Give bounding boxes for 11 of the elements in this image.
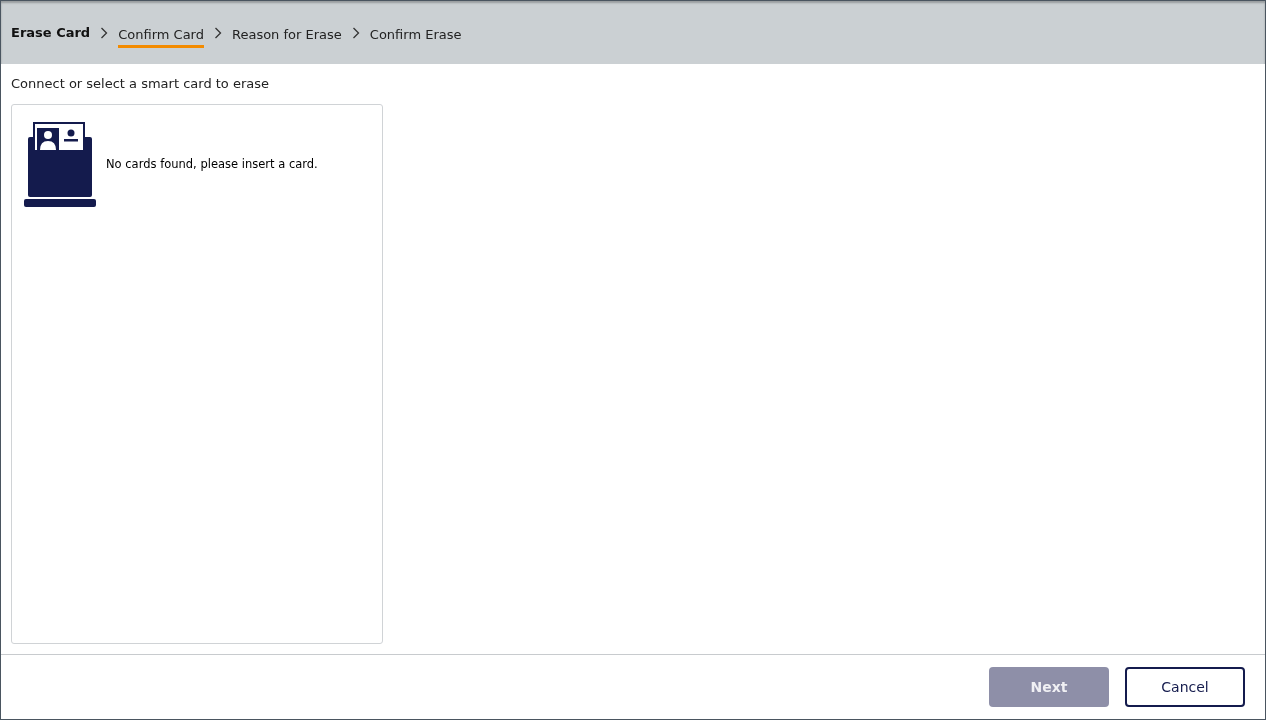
- breadcrumb-step[interactable]: Confirm Erase: [369, 23, 462, 48]
- breadcrumb-step[interactable]: Confirm Card: [118, 23, 204, 48]
- card-reader-icon: [24, 121, 96, 207]
- page-title: Erase Card: [11, 25, 91, 40]
- chevron-right-icon: [100, 26, 109, 39]
- breadcrumb-step[interactable]: Reason for Erase: [232, 23, 342, 48]
- instruction-text: Connect or select a smart card to erase: [11, 76, 271, 91]
- cancel-button[interactable]: Cancel: [1125, 667, 1245, 707]
- no-cards-message: No cards found, please insert a card.: [106, 157, 318, 171]
- chevron-right-icon: [351, 26, 360, 39]
- chevron-right-icon: [214, 26, 222, 39]
